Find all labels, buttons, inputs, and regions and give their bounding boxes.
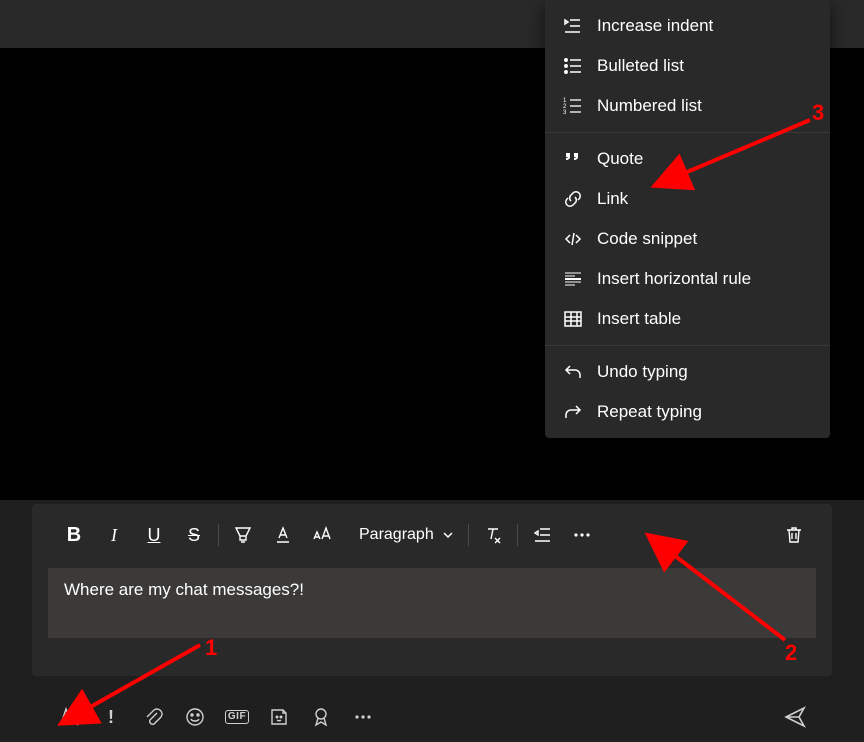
font-size-button[interactable] bbox=[303, 518, 343, 552]
paragraph-style-dropdown[interactable]: Paragraph bbox=[349, 518, 464, 552]
attach-button[interactable] bbox=[134, 699, 172, 735]
underline-button[interactable]: U bbox=[134, 518, 174, 552]
chevron-down-icon bbox=[442, 529, 454, 541]
sticker-button[interactable] bbox=[260, 699, 298, 735]
more-icon bbox=[353, 707, 373, 727]
toolbar-separator bbox=[517, 524, 518, 546]
undo-icon bbox=[563, 362, 583, 382]
menu-item-label: Undo typing bbox=[597, 362, 688, 382]
font-color-icon bbox=[273, 525, 293, 545]
dropdown-section-2: Quote Link Code snippet Insert horizonta… bbox=[545, 133, 830, 345]
horizontal-rule-icon bbox=[563, 269, 583, 289]
menu-insert-hr[interactable]: Insert horizontal rule bbox=[545, 259, 830, 299]
importance-button[interactable]: ! bbox=[92, 699, 130, 735]
font-color-button[interactable] bbox=[263, 518, 303, 552]
table-icon bbox=[563, 309, 583, 329]
emoji-icon bbox=[185, 707, 205, 727]
gif-icon: GIF bbox=[225, 710, 249, 724]
svg-text:3: 3 bbox=[563, 110, 567, 116]
menu-increase-indent[interactable]: Increase indent bbox=[545, 6, 830, 46]
highlight-button[interactable] bbox=[223, 518, 263, 552]
indent-decrease-icon bbox=[532, 525, 552, 545]
more-actions-button[interactable] bbox=[344, 699, 382, 735]
font-size-icon bbox=[312, 525, 334, 545]
menu-quote[interactable]: Quote bbox=[545, 139, 830, 179]
trash-icon bbox=[784, 525, 804, 545]
menu-redo[interactable]: Repeat typing bbox=[545, 392, 830, 432]
menu-item-label: Insert table bbox=[597, 309, 681, 329]
clear-formatting-button[interactable] bbox=[473, 518, 513, 552]
emoji-button[interactable] bbox=[176, 699, 214, 735]
menu-undo[interactable]: Undo typing bbox=[545, 352, 830, 392]
format-more-dropdown: Increase indent Bulleted list 123 Number… bbox=[545, 0, 830, 438]
format-icon bbox=[58, 706, 80, 728]
menu-item-label: Bulleted list bbox=[597, 56, 684, 76]
redo-icon bbox=[563, 402, 583, 422]
message-input[interactable]: Where are my chat messages?! bbox=[48, 568, 816, 638]
compose-box: B I U S Paragraph bbox=[32, 504, 832, 676]
dropdown-section-3: Undo typing Repeat typing bbox=[545, 346, 830, 438]
menu-item-label: Repeat typing bbox=[597, 402, 702, 422]
menu-item-label: Insert horizontal rule bbox=[597, 269, 751, 289]
decrease-indent-button[interactable] bbox=[522, 518, 562, 552]
italic-button[interactable]: I bbox=[94, 518, 134, 552]
bulleted-list-icon bbox=[563, 56, 583, 76]
format-toggle-button[interactable] bbox=[50, 699, 88, 735]
badge-icon bbox=[311, 707, 331, 727]
menu-code-snippet[interactable]: Code snippet bbox=[545, 219, 830, 259]
send-icon bbox=[783, 705, 807, 729]
menu-numbered-list[interactable]: 123 Numbered list bbox=[545, 86, 830, 126]
dropdown-section-1: Increase indent Bulleted list 123 Number… bbox=[545, 0, 830, 132]
code-icon bbox=[563, 229, 583, 249]
quote-icon bbox=[563, 149, 583, 169]
compose-bottom-bar: ! GIF bbox=[32, 692, 832, 742]
menu-bulleted-list[interactable]: Bulleted list bbox=[545, 46, 830, 86]
clear-format-icon bbox=[483, 525, 503, 545]
menu-item-label: Increase indent bbox=[597, 16, 713, 36]
menu-item-label: Code snippet bbox=[597, 229, 697, 249]
gif-button[interactable]: GIF bbox=[218, 699, 256, 735]
highlight-icon bbox=[233, 525, 253, 545]
menu-item-label: Numbered list bbox=[597, 96, 702, 116]
more-options-button[interactable] bbox=[562, 518, 602, 552]
toolbar-separator bbox=[468, 524, 469, 546]
format-toolbar: B I U S Paragraph bbox=[32, 504, 832, 562]
send-button[interactable] bbox=[776, 699, 814, 735]
indent-increase-icon bbox=[563, 16, 583, 36]
message-text: Where are my chat messages?! bbox=[64, 580, 304, 599]
menu-link[interactable]: Link bbox=[545, 179, 830, 219]
toolbar-separator bbox=[218, 524, 219, 546]
menu-insert-table[interactable]: Insert table bbox=[545, 299, 830, 339]
menu-item-label: Quote bbox=[597, 149, 643, 169]
sticker-icon bbox=[269, 707, 289, 727]
bold-button[interactable]: B bbox=[54, 518, 94, 552]
numbered-list-icon: 123 bbox=[563, 96, 583, 116]
link-icon bbox=[563, 189, 583, 209]
paragraph-label: Paragraph bbox=[359, 526, 434, 544]
paperclip-icon bbox=[143, 707, 163, 727]
strikethrough-button[interactable]: S bbox=[174, 518, 214, 552]
menu-item-label: Link bbox=[597, 189, 628, 209]
more-icon bbox=[572, 525, 592, 545]
delete-button[interactable] bbox=[774, 518, 814, 552]
praise-button[interactable] bbox=[302, 699, 340, 735]
